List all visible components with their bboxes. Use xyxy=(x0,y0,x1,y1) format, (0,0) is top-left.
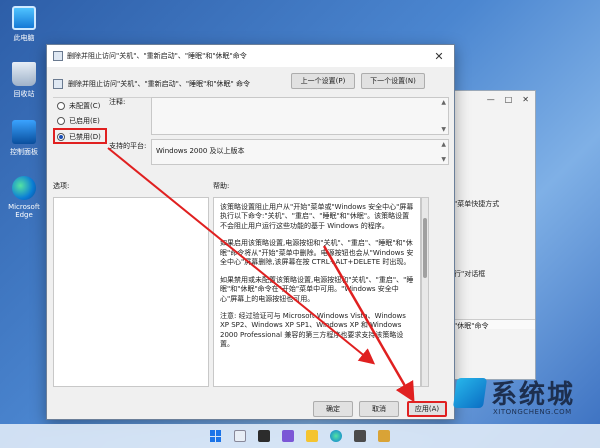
edge-icon xyxy=(12,176,36,200)
window-controls: — □ ✕ xyxy=(441,91,535,109)
help-paragraph: 如果禁用或未配置该策略设置,电源按钮和"关机"、"重启"、"睡眠"和"休眠"命令… xyxy=(220,275,414,303)
options-panel xyxy=(53,197,209,387)
setting-icon xyxy=(53,79,63,89)
file-explorer-icon[interactable] xyxy=(306,430,318,442)
desktop-icon-label: 控制面板 xyxy=(10,148,38,156)
start-icon[interactable] xyxy=(210,430,222,442)
maximize-button[interactable]: □ xyxy=(505,95,513,105)
options-label: 选项: xyxy=(53,182,70,190)
next-setting-button[interactable]: 下一个设置(N) xyxy=(361,73,425,89)
desktop-icon-label: 此电脑 xyxy=(13,34,35,42)
recycle-bin-icon xyxy=(12,62,36,86)
watermark-title: 系统城 xyxy=(491,380,576,410)
dialog-title: 删除并阻止访问"关机"、"重新启动"、"睡眠"和"休眠"命令 xyxy=(67,52,247,60)
task-view-icon[interactable] xyxy=(258,430,270,442)
watermark-logo-icon xyxy=(452,378,488,408)
desktop-icon-recycle-bin[interactable]: 回收站 xyxy=(4,62,44,99)
comment-label: 注释: xyxy=(109,98,126,106)
policy-dialog: 删除并阻止访问"关机"、"重新启动"、"睡眠"和"休眠"命令 ✕ 删除并阻止访问… xyxy=(46,44,455,420)
watermark-url: XITONGCHENG.COM xyxy=(493,408,572,416)
radio-circle-icon xyxy=(57,117,65,125)
close-button[interactable]: ✕ xyxy=(522,95,529,105)
desktop-icon-control-panel[interactable]: 控制面板 xyxy=(4,120,44,157)
setting-name: 删除并阻止访问"关机"、"重新启动"、"睡眠"和"休眠" 命令 xyxy=(68,80,250,88)
desktop-icon-this-pc[interactable]: 此电脑 xyxy=(4,6,44,43)
desktop-icon-label: 回收站 xyxy=(13,90,35,98)
watermark: 系统城 XITONGCHENG.COM xyxy=(452,372,600,424)
widgets-icon[interactable] xyxy=(282,430,294,442)
search-icon[interactable] xyxy=(234,430,246,442)
desktop-icon-edge[interactable]: Microsoft Edge xyxy=(4,176,44,219)
help-paragraph: 注意: 经过验证可与 Microsoft Windows Vista、Windo… xyxy=(220,311,406,349)
ok-button[interactable]: 确定 xyxy=(313,401,353,417)
platform-field: Windows 2000 及以上版本 ▲ ▼ xyxy=(151,139,449,165)
radio-label: 未配置(C) xyxy=(69,102,101,110)
scroll-down-icon[interactable]: ▼ xyxy=(441,156,446,163)
cancel-button[interactable]: 取消 xyxy=(359,401,399,417)
scroll-up-icon[interactable]: ▲ xyxy=(441,99,446,106)
edge-icon[interactable] xyxy=(330,430,342,442)
prev-setting-button[interactable]: 上一个设置(P) xyxy=(291,73,355,89)
platform-label: 支持的平台: xyxy=(109,142,147,150)
scroll-up-icon[interactable]: ▲ xyxy=(441,141,446,148)
computer-icon xyxy=(12,6,36,30)
apply-button[interactable]: 应用(A) xyxy=(407,401,447,417)
taskbar xyxy=(0,424,600,448)
policy-icon xyxy=(53,51,63,61)
radio-enabled[interactable]: 已启用(E) xyxy=(57,116,100,126)
close-button[interactable]: ✕ xyxy=(424,50,454,63)
help-paragraph: 该策略设置阻止用户从"开始"菜单或"Windows 安全中心"屏幕执行以下命令:… xyxy=(220,203,414,230)
minimize-button[interactable]: — xyxy=(487,95,495,105)
help-scrollbar[interactable] xyxy=(421,197,429,387)
radio-not-configured[interactable]: 未配置(C) xyxy=(57,101,100,111)
highlight-box xyxy=(53,128,107,144)
comment-field[interactable]: ▲ ▼ xyxy=(151,97,449,135)
help-label: 帮助: xyxy=(213,182,230,190)
radio-label: 已启用(E) xyxy=(69,117,100,125)
radio-circle-icon xyxy=(57,102,65,110)
scrollbar-thumb[interactable] xyxy=(423,218,427,278)
control-panel-icon xyxy=(12,120,36,144)
desktop-icon-label: Microsoft Edge xyxy=(8,203,40,219)
help-paragraph: 如果启用该策略设置,电源按钮和"关机"、"重启"、"睡眠"和"休眠"命令将从"开… xyxy=(220,239,414,267)
dialog-titlebar: 删除并阻止访问"关机"、"重新启动"、"睡眠"和"休眠"命令 ✕ xyxy=(47,45,454,67)
app-icon[interactable] xyxy=(378,430,390,442)
scroll-down-icon[interactable]: ▼ xyxy=(441,126,446,133)
help-text-panel: 该策略设置阻止用户从"开始"菜单或"Windows 安全中心"屏幕执行以下命令:… xyxy=(213,197,421,387)
platform-value: Windows 2000 及以上版本 xyxy=(156,147,245,155)
store-icon[interactable] xyxy=(354,430,366,442)
